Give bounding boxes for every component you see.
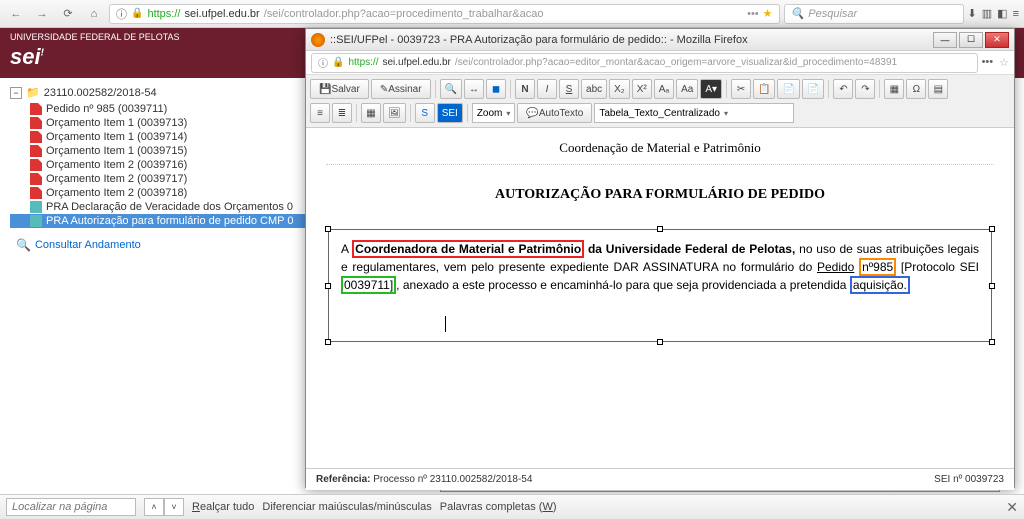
save-button[interactable]: 💾 Salvar <box>310 79 369 99</box>
case-button[interactable]: Aa <box>676 79 698 99</box>
doc-icon <box>30 201 42 213</box>
underline-button[interactable]: S <box>559 79 579 99</box>
redo-button[interactable]: ↷ <box>855 79 875 99</box>
doc-paragraph[interactable]: A Coordenadora de Material e Patrimônio … <box>335 236 985 298</box>
bookmark-icon[interactable]: ☆ <box>999 56 1009 69</box>
pdf-icon <box>30 145 42 157</box>
doc-icon <box>30 215 42 227</box>
find-prev-button[interactable]: ˄ <box>144 498 164 516</box>
link-button[interactable]: S <box>415 103 435 123</box>
forward-button[interactable]: → <box>31 4 53 24</box>
table-button[interactable]: ▦ <box>361 103 381 123</box>
italic-button[interactable]: I <box>537 79 557 99</box>
popup-urlbar-row: ⓘ🔒 https://sei.ufpel.edu.br/sei/controla… <box>306 51 1014 75</box>
hl-coordenadora: Coordenadora de Material e Patrimônio <box>352 240 584 258</box>
tree-item-label: Orçamento Item 2 (0039716) <box>46 159 187 171</box>
close-button[interactable]: ✕ <box>985 32 1009 48</box>
paste-button[interactable]: 📄 <box>777 79 799 99</box>
fontsize-button[interactable]: Aₐ <box>654 79 674 99</box>
image-button[interactable]: 🖼 <box>383 103 406 123</box>
zoom-select[interactable]: Zoom <box>472 103 516 123</box>
sign-button[interactable]: ✎ Assinar <box>371 79 431 99</box>
find-next-button[interactable]: ˅ <box>164 498 184 516</box>
hl-aquisicao: aquisição. <box>850 276 910 294</box>
editor-footer: Referência: Processo nº 23110.002582/201… <box>306 468 1014 490</box>
sidebar-icon[interactable]: ◧ <box>997 7 1007 20</box>
tree-item-label: Pedido nº 985 (0039711) <box>46 103 167 115</box>
editor-popup: ::SEI/UFPel - 0039723 - PRA Autorização … <box>305 28 1015 488</box>
popup-title: ::SEI/UFPel - 0039723 - PRA Autorização … <box>330 34 933 46</box>
tree-item-label: Orçamento Item 2 (0039717) <box>46 173 187 185</box>
library-icon[interactable]: ▥ <box>982 7 992 20</box>
search-icon: 🔍 <box>16 238 31 252</box>
replace-button[interactable]: ↔ <box>464 79 484 99</box>
match-case-link[interactable]: Diferenciar maiúsculas/minúsculas <box>262 501 431 513</box>
pdf-icon <box>30 173 42 185</box>
style-select[interactable]: Tabela_Texto_Centralizado <box>594 103 794 123</box>
search-bar[interactable]: 🔍 Pesquisar <box>784 4 964 24</box>
pdf-icon <box>30 159 42 171</box>
back-button[interactable]: ← <box>5 4 27 24</box>
find-bar: ˄ ˅ Realçar tudo Diferenciar maiúsculas/… <box>0 494 1024 519</box>
undo-button[interactable]: ↶ <box>833 79 853 99</box>
tree-item-label: PRA Declaração de Veracidade dos Orçamen… <box>46 201 293 213</box>
tree-item-label: PRA Autorização para formulário de pedid… <box>46 215 293 227</box>
strike-button[interactable]: abc <box>581 79 607 99</box>
pdf-icon <box>30 117 42 129</box>
lock-icon: 🔒 <box>131 8 143 19</box>
minimize-button[interactable]: — <box>933 32 957 48</box>
tree-item-label: Orçamento Item 2 (0039718) <box>46 187 187 199</box>
doc-subheader: Coordenação de Material e Patrimônio <box>326 138 994 165</box>
menu-icon[interactable]: ≡ <box>1013 8 1019 20</box>
copy-button[interactable]: 📋 <box>753 79 775 99</box>
editable-block[interactable]: A Coordenadora de Material e Patrimônio … <box>328 229 992 342</box>
subscript-button[interactable]: X₂ <box>609 79 630 99</box>
superscript-button[interactable]: X² <box>632 79 652 99</box>
pdf-icon <box>30 103 42 115</box>
pdf-icon <box>30 187 42 199</box>
doc-title: AUTORIZAÇÃO PARA FORMULÁRIO DE PEDIDO <box>326 165 994 225</box>
popup-titlebar[interactable]: ::SEI/UFPel - 0039723 - PRA Autorização … <box>306 29 1014 51</box>
highlight-all-link[interactable]: Realçar tudo <box>192 501 254 513</box>
maximize-button[interactable]: ☐ <box>959 32 983 48</box>
ul-button[interactable]: ≣ <box>332 103 352 123</box>
pdf-icon <box>30 131 42 143</box>
editor-toolbar: 💾 Salvar ✎ Assinar 🔍 ↔ ◼ N I S abc X₂ X²… <box>306 75 1014 128</box>
textcolor-button[interactable]: A▾ <box>700 79 722 99</box>
hl-numero: nº985 <box>859 258 896 276</box>
omega-button[interactable]: Ω <box>906 79 926 99</box>
browser-toolbar: ← → ⟳ ⌂ ⓘ 🔒 https://sei.ufpel.edu.br/sei… <box>0 0 1024 28</box>
reload-button[interactable]: ⟳ <box>57 4 79 24</box>
more-icon[interactable]: ••• <box>982 56 994 69</box>
sei-logo: sei! <box>10 44 44 70</box>
insert-button[interactable]: ▦ <box>884 79 904 99</box>
extra-button[interactable]: ▤ <box>928 79 948 99</box>
home-button[interactable]: ⌂ <box>83 4 105 24</box>
paste-special-button[interactable]: 📄 <box>802 79 824 99</box>
collapse-icon[interactable]: − <box>10 87 22 99</box>
text-cursor <box>445 316 446 332</box>
tree-item-label: Orçamento Item 1 (0039713) <box>46 117 187 129</box>
autotexto-button[interactable]: 💬 AutoTexto <box>517 103 592 123</box>
cut-button[interactable]: ✂ <box>731 79 751 99</box>
find-close-button[interactable]: ✕ <box>1006 499 1018 516</box>
popup-url-bar[interactable]: ⓘ🔒 https://sei.ufpel.edu.br/sei/controla… <box>311 53 978 73</box>
download-icon[interactable]: ⬇ <box>968 7 977 20</box>
url-bar[interactable]: ⓘ 🔒 https://sei.ufpel.edu.br/sei/control… <box>109 4 780 24</box>
bold-button[interactable]: N <box>515 79 535 99</box>
tree-item-label: Orçamento Item 1 (0039714) <box>46 131 187 143</box>
lock-icon: 🔒 <box>332 57 344 68</box>
selectall-button[interactable]: ◼ <box>486 79 506 99</box>
find-button[interactable]: 🔍 <box>440 79 462 99</box>
sei-link-button[interactable]: SEI <box>437 103 463 123</box>
ol-button[interactable]: ≡ <box>310 103 330 123</box>
find-input[interactable] <box>6 498 136 516</box>
firefox-icon <box>311 33 325 47</box>
search-icon: 🔍 <box>791 7 805 20</box>
hl-protocolo: 0039711] <box>341 276 396 294</box>
org-name: UNIVERSIDADE FEDERAL DE PELOTAS <box>10 30 180 44</box>
whole-words-link[interactable]: Palavras completas (W) <box>440 501 557 513</box>
tree-item-label: Orçamento Item 1 (0039715) <box>46 145 187 157</box>
editor-body[interactable]: Coordenação de Material e Patrimônio AUT… <box>306 128 1014 468</box>
